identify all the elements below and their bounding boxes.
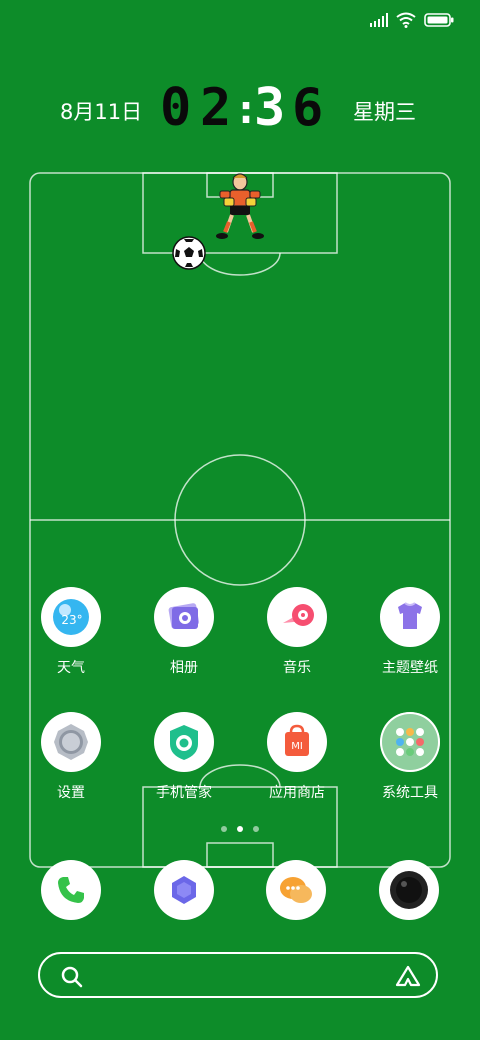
app-label: 应用商店 [269, 785, 325, 801]
tools-folder-icon [396, 728, 424, 756]
store-badge: MI [291, 741, 303, 752]
weather-temperature: 23° [61, 613, 82, 627]
digital-clock[interactable]: 0 2 : 3 6 [160, 82, 324, 134]
dock-browser[interactable] [154, 860, 214, 920]
app-label: 主题壁纸 [382, 660, 438, 676]
page-indicator[interactable] [0, 826, 480, 832]
dock-messages[interactable] [266, 860, 326, 920]
goalkeeper-icon [216, 173, 264, 239]
clock-hour-tens: 0 [160, 78, 192, 138]
page-dot-active[interactable] [237, 826, 243, 832]
clock-minute-tens: 3 [254, 78, 286, 138]
settings-icon [54, 724, 88, 760]
dock [0, 860, 480, 920]
app-gallery[interactable]: 相册 [134, 587, 234, 677]
page-dot[interactable] [221, 826, 227, 832]
app-store-icon: MI [285, 724, 309, 756]
weekday-label: 星期三 [353, 100, 416, 124]
app-weather[interactable]: 23° 天气 [21, 587, 121, 677]
gallery-icon [168, 603, 200, 629]
soccer-ball-icon [172, 236, 206, 270]
dock-phone[interactable] [41, 860, 101, 920]
clock-hour-ones: 2 [200, 78, 232, 138]
app-music[interactable]: 音乐 [247, 587, 347, 677]
assistant-icon[interactable] [394, 964, 422, 988]
phone-icon [58, 877, 84, 903]
themes-icon [398, 602, 422, 629]
browser-icon [172, 876, 196, 904]
app-themes[interactable]: 主题壁纸 [360, 587, 460, 677]
app-label: 音乐 [283, 660, 311, 676]
page-dot[interactable] [253, 826, 259, 832]
camera-icon [390, 871, 428, 909]
app-folder-tools[interactable]: 系统工具 [360, 712, 460, 802]
signal-icon [370, 13, 388, 27]
app-store[interactable]: MI 应用商店 [247, 712, 347, 802]
app-security[interactable]: 手机管家 [134, 712, 234, 802]
app-settings[interactable]: 设置 [21, 712, 121, 802]
search-icon[interactable] [60, 965, 84, 989]
app-label: 手机管家 [156, 785, 212, 801]
security-icon [170, 725, 198, 760]
battery-icon [424, 13, 454, 27]
clock-minute-ones: 6 [292, 78, 324, 138]
music-icon [283, 604, 314, 626]
app-label: 相册 [170, 660, 198, 676]
status-bar [370, 10, 454, 30]
wifi-icon [396, 12, 416, 28]
messages-icon [280, 877, 312, 903]
date-label: 8月11日 [60, 100, 143, 124]
app-label: 天气 [57, 660, 85, 676]
app-label: 设置 [57, 785, 85, 801]
app-label: 系统工具 [382, 785, 438, 801]
dock-camera[interactable] [379, 860, 439, 920]
search-bar[interactable] [38, 952, 438, 998]
weather-icon: 23° [53, 599, 89, 635]
